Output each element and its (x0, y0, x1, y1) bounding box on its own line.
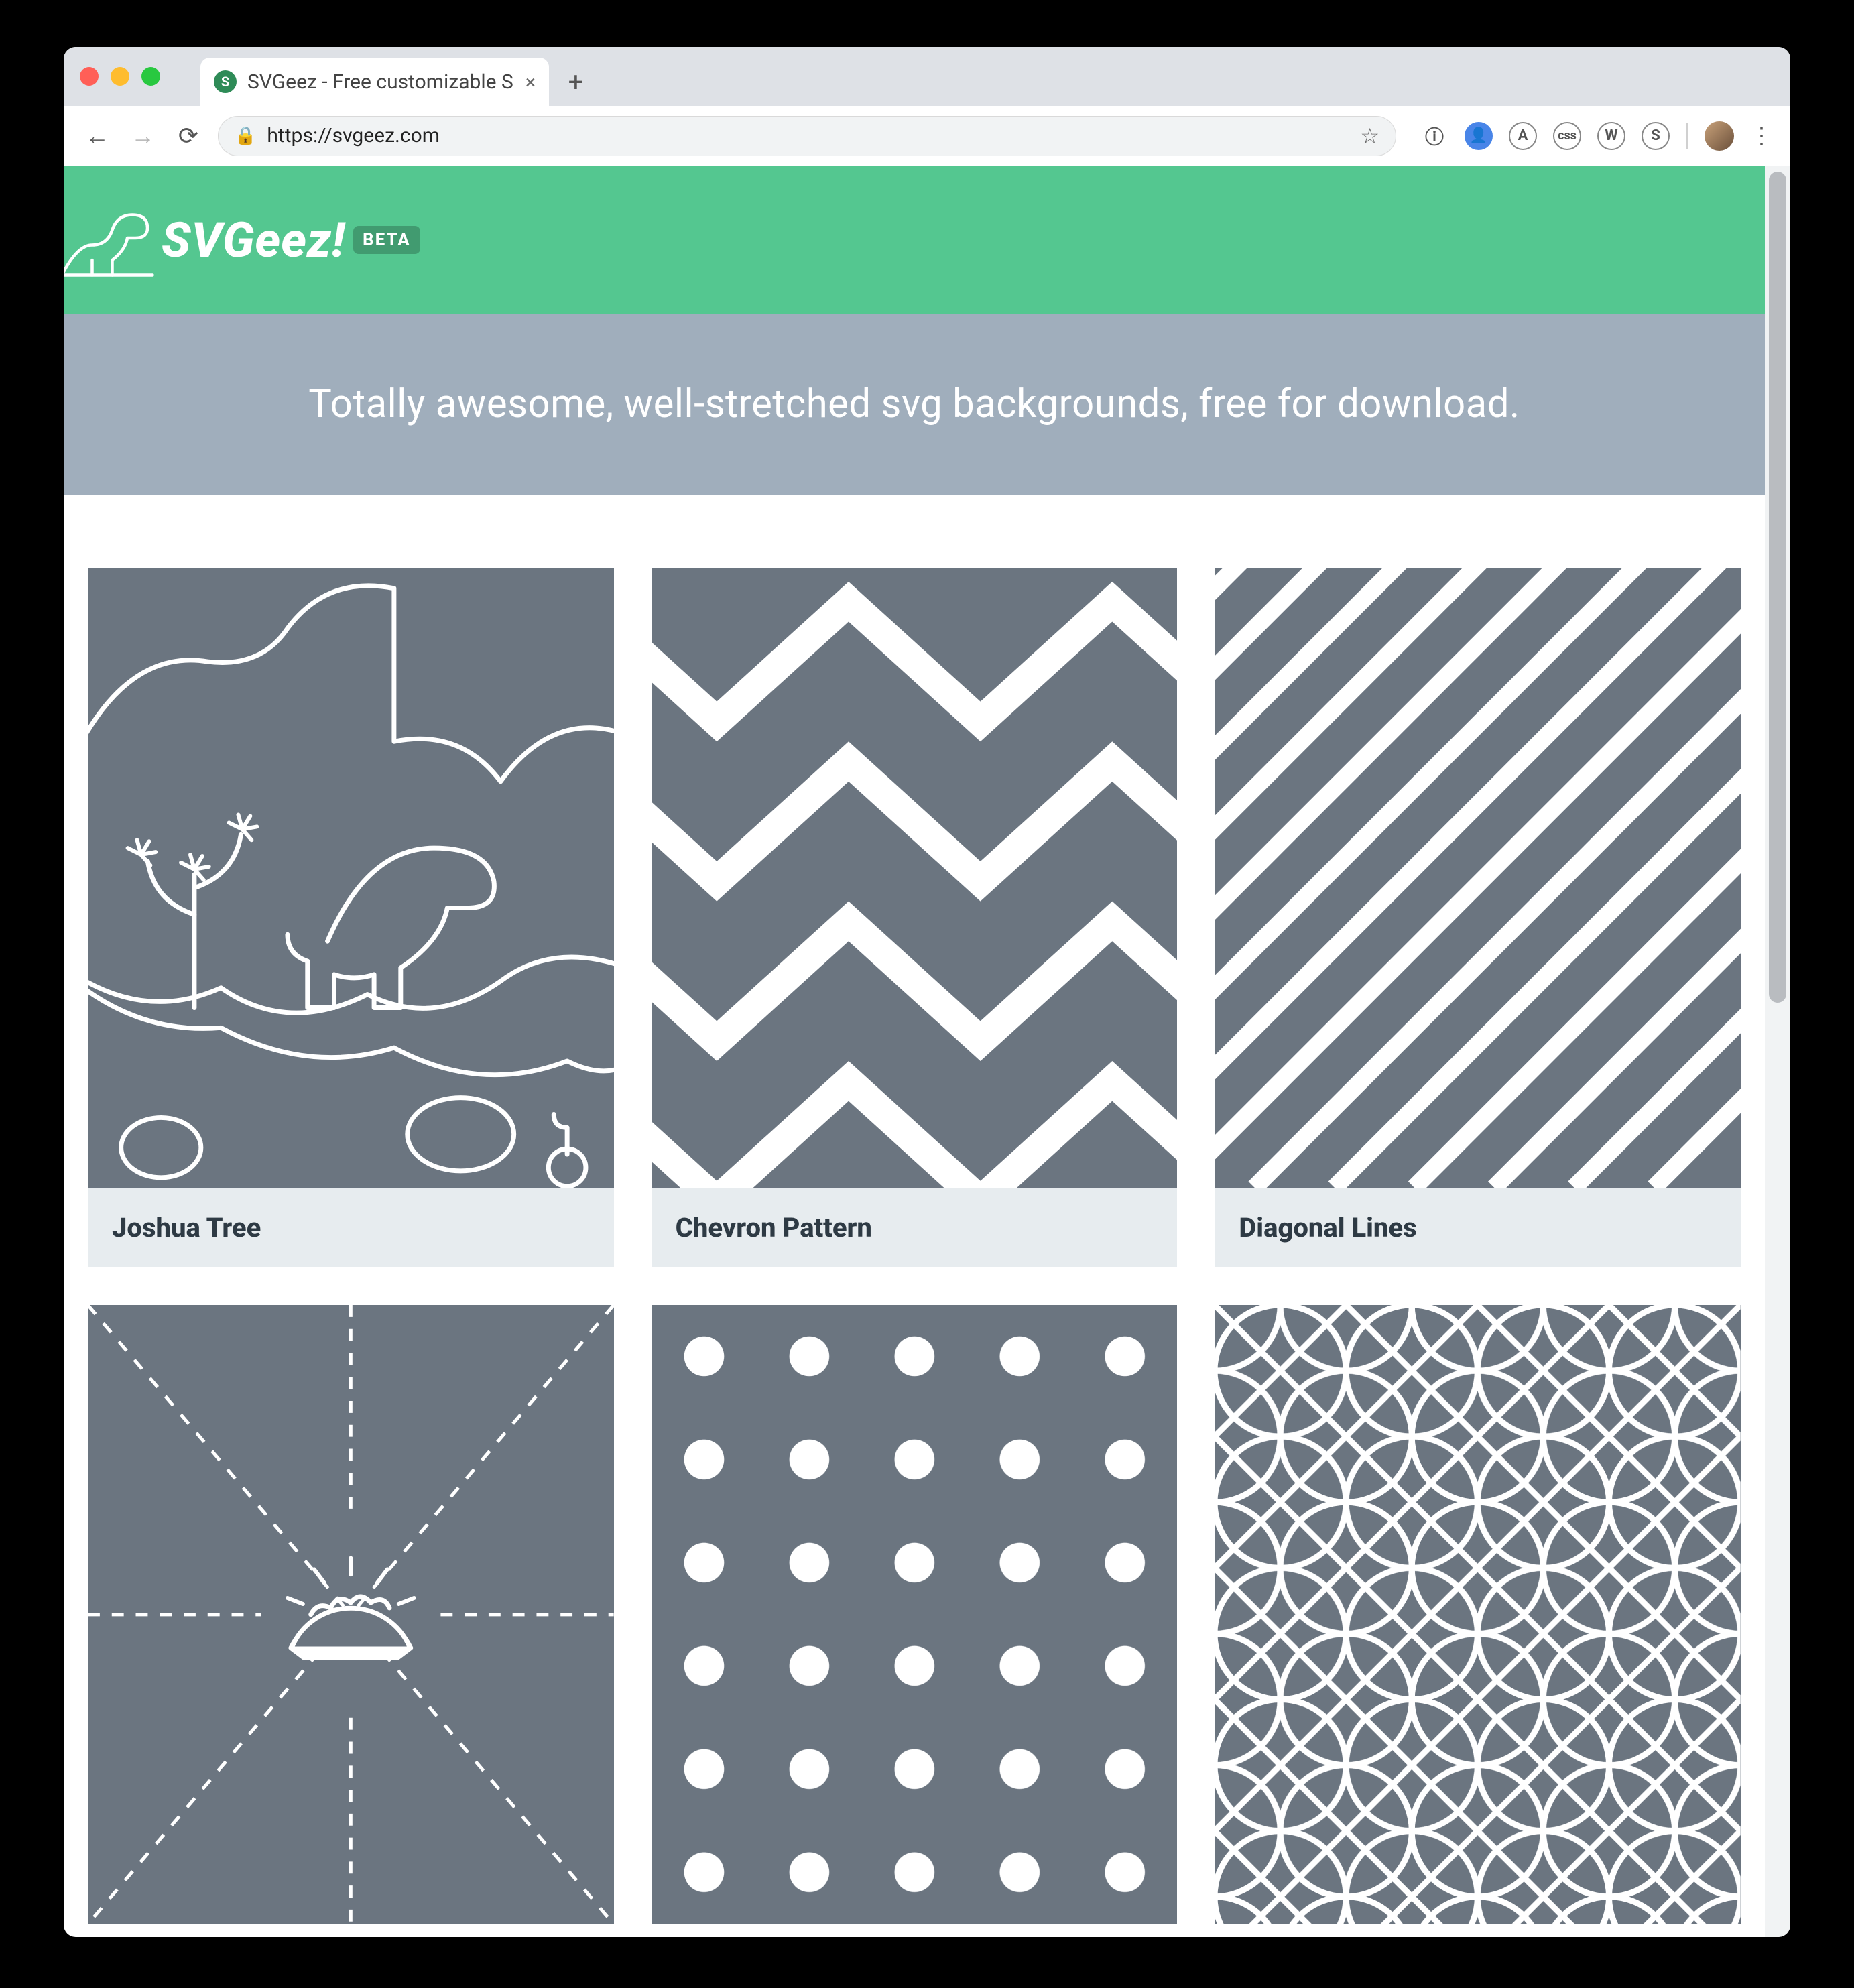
dinosaur-logo-icon (64, 190, 158, 290)
pattern-preview-joshua-tree (88, 568, 614, 1188)
extension-css-icon[interactable]: css (1553, 122, 1581, 150)
window-close-button[interactable] (80, 67, 99, 86)
window-minimize-button[interactable] (111, 67, 129, 86)
extension-icons: ⓘ 👤 A css W S ⋮ (1420, 121, 1773, 151)
pattern-title: Joshua Tree (112, 1212, 590, 1243)
bookmark-star-icon[interactable]: ☆ (1360, 123, 1379, 149)
tab-close-icon[interactable]: × (526, 71, 536, 93)
address-bar[interactable]: 🔒 https://svgeez.com ☆ (218, 116, 1396, 156)
forward-button[interactable]: → (127, 120, 159, 152)
window-zoom-button[interactable] (141, 67, 160, 86)
pattern-title: Diagonal Lines (1239, 1212, 1717, 1243)
pattern-preview-diagonal-lines (1215, 568, 1741, 1188)
pattern-card[interactable] (652, 1305, 1178, 1924)
pattern-preview-polka-dots (652, 1305, 1178, 1924)
tagline-banner: Totally awesome, well-stretched svg back… (64, 314, 1765, 495)
brand-text: SVGeez! (162, 212, 345, 269)
browser-menu-button[interactable]: ⋮ (1750, 123, 1773, 149)
extension-w-icon[interactable]: W (1597, 122, 1625, 150)
browser-window: S SVGeez - Free customizable S × + ← → ⟳… (64, 47, 1790, 1937)
tab-strip: S SVGeez - Free customizable S × + (64, 47, 1790, 106)
pattern-preview-chevron (652, 568, 1178, 1188)
tab-favicon-icon: S (214, 70, 237, 93)
tagline-text: Totally awesome, well-stretched svg back… (308, 381, 1520, 427)
pattern-preview-taco (88, 1305, 614, 1924)
new-tab-button[interactable]: + (556, 62, 596, 102)
reload-button[interactable]: ⟳ (172, 120, 204, 152)
url-text: https://svgeez.com (267, 124, 1349, 147)
extension-person-icon[interactable]: 👤 (1465, 122, 1493, 150)
pattern-gallery: Joshua Tree (64, 495, 1765, 1924)
back-button[interactable]: ← (81, 120, 113, 152)
browser-tab[interactable]: S SVGeez - Free customizable S × (200, 58, 549, 106)
beta-badge: BETA (353, 226, 420, 254)
profile-avatar[interactable] (1705, 121, 1734, 151)
site-header: SVGeez! BETA (64, 166, 1765, 314)
pattern-card-footer: Chevron Pattern (652, 1188, 1178, 1267)
site-brand[interactable]: SVGeez! BETA (162, 212, 420, 269)
pattern-title: Chevron Pattern (676, 1212, 1154, 1243)
extension-s-icon[interactable]: S (1642, 122, 1670, 150)
extension-a-icon[interactable]: A (1509, 122, 1537, 150)
page-viewport: SVGeez! BETA Totally awesome, well-stret… (64, 166, 1765, 1937)
pattern-card[interactable] (88, 1305, 614, 1924)
extension-info-icon[interactable]: ⓘ (1420, 122, 1448, 150)
pattern-card[interactable]: Joshua Tree (88, 568, 614, 1267)
pattern-card[interactable] (1215, 1305, 1741, 1924)
lock-icon: 🔒 (235, 126, 256, 146)
pattern-card[interactable]: Diagonal Lines (1215, 568, 1741, 1267)
tab-title: SVGeez - Free customizable S (247, 70, 515, 94)
window-controls (80, 47, 160, 106)
pattern-preview-circles (1215, 1305, 1741, 1924)
pattern-card-footer: Diagonal Lines (1215, 1188, 1741, 1267)
browser-toolbar: ← → ⟳ 🔒 https://svgeez.com ☆ ⓘ 👤 A css W… (64, 106, 1790, 166)
toolbar-divider (1686, 123, 1688, 149)
pattern-card-footer: Joshua Tree (88, 1188, 614, 1267)
pattern-card[interactable]: Chevron Pattern (652, 568, 1178, 1267)
scrollbar-thumb[interactable] (1769, 172, 1786, 1003)
vertical-scrollbar[interactable] (1765, 166, 1790, 1937)
